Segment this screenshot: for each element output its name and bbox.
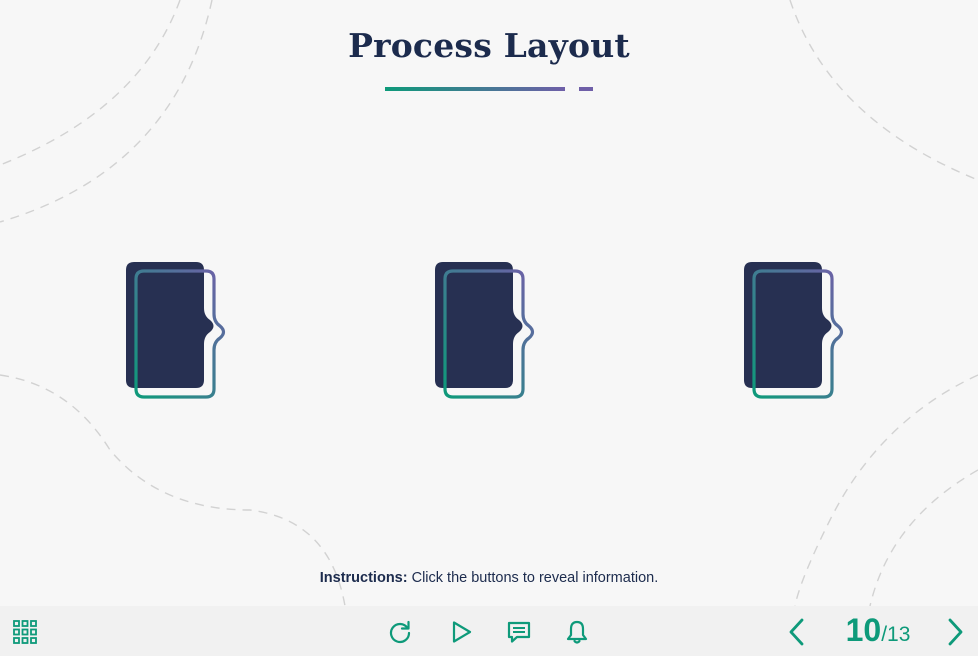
process-item-2[interactable] (433, 258, 541, 403)
replay-button[interactable] (385, 617, 415, 647)
process-item-1[interactable] (124, 258, 232, 403)
previous-button[interactable] (782, 617, 812, 647)
menu-button[interactable] (10, 617, 40, 647)
comment-icon (507, 621, 531, 643)
footer-bar: 10/13 (0, 606, 978, 656)
instructions-label: Instructions: (319, 570, 408, 586)
play-button[interactable] (446, 617, 476, 647)
process-item-3[interactable] (742, 258, 850, 403)
page-current: 10 (845, 612, 882, 648)
next-button[interactable] (940, 617, 970, 647)
page-counter: 10/13 (838, 612, 918, 652)
instructions-body: Click the buttons to reveal information. (407, 570, 659, 586)
document-tab-icon (744, 262, 844, 399)
title-underline (385, 87, 593, 91)
chevron-right-icon (948, 618, 963, 646)
chevron-left-icon (789, 618, 804, 646)
notification-button[interactable] (562, 617, 592, 647)
comment-button[interactable] (504, 617, 534, 647)
grid-menu-icon (13, 620, 37, 644)
bell-icon (566, 620, 588, 644)
page-total: 13 (887, 623, 911, 646)
play-icon (452, 621, 472, 643)
page-title: Process Layout (348, 26, 630, 65)
instructions-text: Instructions: Click the buttons to revea… (0, 570, 978, 586)
document-tab-icon (435, 262, 535, 399)
replay-icon (389, 620, 411, 644)
document-tab-icon (126, 262, 226, 399)
